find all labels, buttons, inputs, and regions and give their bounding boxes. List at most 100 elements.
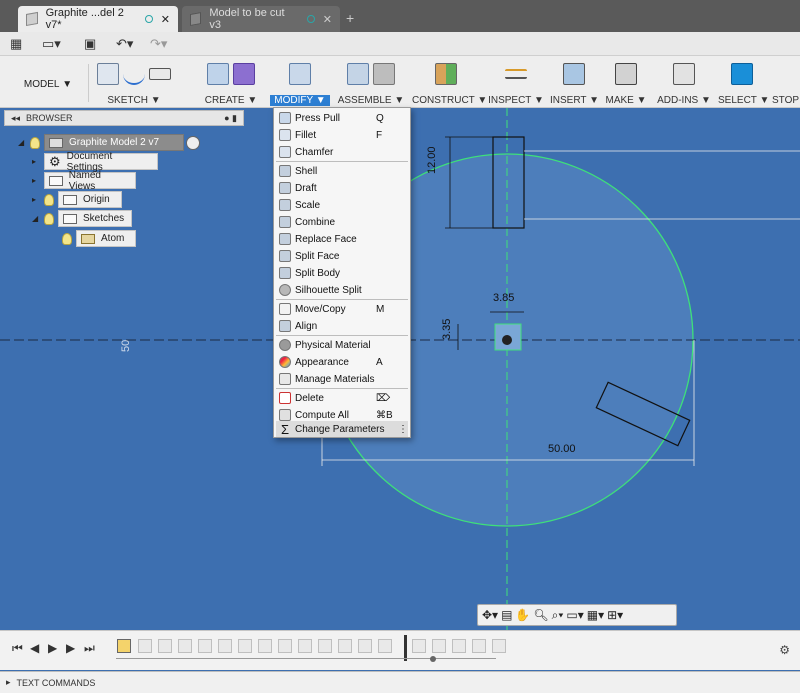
menu-item-delete[interactable]: Delete ⌦ [276, 390, 408, 406]
look-at-icon[interactable]: ▤ [501, 608, 512, 622]
offset-plane-icon[interactable] [435, 63, 457, 85]
construct-group[interactable]: CONSTRUCT ▼ [412, 60, 487, 106]
orbit-icon[interactable]: ✥▾ [482, 608, 498, 622]
visibility-bulb-icon[interactable] [44, 193, 54, 206]
new-component-icon[interactable] [347, 63, 369, 85]
menu-item-press-pull[interactable]: Press Pull Q [276, 110, 408, 126]
zoom-icon[interactable]: 🔍︎ [533, 608, 548, 622]
timeline-feature[interactable] [298, 639, 312, 653]
timeline-settings-icon[interactable]: ⚙ [779, 643, 790, 657]
select-icon[interactable] [731, 63, 753, 85]
timeline-feature[interactable] [218, 639, 232, 653]
visibility-bulb-icon[interactable] [44, 212, 54, 225]
grid-menu-icon[interactable]: ▦ [10, 36, 22, 52]
browser-item-origin[interactable]: ▸ Origin [32, 191, 122, 208]
scripts-icon[interactable] [673, 63, 695, 85]
timeline-sketch-feature[interactable] [117, 639, 131, 653]
menu-item-physical-material[interactable]: Physical Material [276, 337, 408, 353]
text-commands-bar[interactable]: ▸ TEXT COMMANDS [0, 671, 800, 693]
dimension-label[interactable]: 50.00 [548, 443, 576, 455]
visibility-bulb-icon[interactable] [62, 232, 72, 245]
menu-item-move-copy[interactable]: Move/Copy M [276, 301, 408, 317]
make-group[interactable]: MAKE ▼ [604, 60, 648, 106]
menu-item-appearance[interactable]: Appearance A [276, 354, 408, 370]
collapse-triangle-icon[interactable]: ◢ [32, 214, 44, 223]
timeline-feature[interactable] [258, 639, 272, 653]
timeline-feature[interactable] [412, 639, 426, 653]
form-icon[interactable] [233, 63, 255, 85]
workspace-switcher[interactable]: MODEL ▼ [10, 66, 86, 102]
menu-item-fillet[interactable]: Fillet F [276, 127, 408, 143]
create-sketch-icon[interactable] [97, 63, 119, 85]
dimension-label[interactable]: 3.35 [441, 319, 453, 340]
add-ins-group[interactable]: ADD-INS ▼ [654, 60, 714, 106]
create-group[interactable]: CREATE ▼ [196, 60, 266, 106]
menu-item-replace-face[interactable]: Replace Face [276, 231, 408, 247]
go-to-end-icon[interactable]: ⏭ [84, 641, 95, 656]
undo-icon[interactable]: ↶▾ [116, 36, 133, 52]
more-options-icon[interactable]: ⋮ [398, 424, 408, 435]
expand-triangle-icon[interactable]: ▸ [32, 176, 44, 185]
menu-item-split-body[interactable]: Split Body [276, 265, 408, 281]
pan-icon[interactable]: ✋ [515, 608, 530, 622]
file-menu-icon[interactable]: ▭▾ [42, 36, 61, 52]
step-back-icon[interactable]: ◀︎ [30, 641, 39, 655]
timeline-feature[interactable] [378, 639, 392, 653]
activate-radio-icon[interactable] [186, 135, 200, 150]
display-settings-icon[interactable]: ▭▾ [566, 608, 583, 622]
timeline-feature[interactable] [492, 639, 506, 653]
expand-triangle-icon[interactable]: ▸ [32, 157, 44, 166]
menu-item-manage-materials[interactable]: Manage Materials [276, 371, 408, 387]
expand-icon[interactable]: ▸ [6, 677, 11, 688]
assemble-group[interactable]: ASSEMBLE ▼ [336, 60, 406, 106]
timeline-feature[interactable] [158, 639, 172, 653]
timeline-feature[interactable] [138, 639, 152, 653]
timeline-feature[interactable] [318, 639, 332, 653]
arc-icon[interactable] [123, 63, 145, 85]
menu-item-split-face[interactable]: Split Face [276, 248, 408, 264]
extrude-icon[interactable] [207, 63, 229, 85]
timeline-feature[interactable] [278, 639, 292, 653]
dimension-label[interactable]: 3.85 [493, 292, 514, 304]
grid-settings-icon[interactable]: ▦▾ [587, 608, 604, 622]
timeline-feature[interactable] [338, 639, 352, 653]
visibility-bulb-icon[interactable] [30, 136, 40, 149]
insert-group[interactable]: INSERT ▼ [550, 60, 599, 106]
menu-item-silhouette-split[interactable]: Silhouette Split [276, 282, 408, 298]
menu-item-change-parameters[interactable]: Σ Change Parameters ⋮ [276, 421, 408, 437]
collapse-icon[interactable]: ◂◂ [11, 113, 20, 124]
inspect-group[interactable]: INSPECT ▼ [488, 60, 544, 106]
timeline-feature[interactable] [358, 639, 372, 653]
insert-image-icon[interactable] [563, 63, 585, 85]
go-to-start-icon[interactable]: ⏮ [12, 641, 23, 656]
stop-group[interactable]: STOP [772, 60, 800, 106]
browser-item-named-views[interactable]: ▸ Named Views [32, 170, 136, 192]
browser-item-document-settings[interactable]: ▸ ⚙ Document Settings [32, 151, 158, 173]
timeline-feature[interactable] [238, 639, 252, 653]
dimension-label[interactable]: 12.00 [426, 146, 438, 174]
new-tab-icon[interactable]: + [346, 10, 354, 26]
redo-icon[interactable]: ↷▾ [150, 36, 167, 52]
menu-item-chamfer[interactable]: Chamfer [276, 144, 408, 160]
timeline-feature[interactable] [198, 639, 212, 653]
browser-root-node[interactable]: ◢ Graphite Model 2 v7 [18, 134, 200, 151]
menu-item-scale[interactable]: Scale [276, 197, 408, 213]
menu-item-combine[interactable]: Combine [276, 214, 408, 230]
timeline-feature[interactable] [432, 639, 446, 653]
save-icon[interactable]: ▣ [84, 36, 96, 52]
dimension-label[interactable]: 50 [120, 340, 132, 352]
tab-model-to-be-cut[interactable]: Model to be cut v3 ✕ [182, 6, 340, 32]
timeline-feature[interactable] [452, 639, 466, 653]
step-forward-icon[interactable]: ▶︎ [66, 641, 75, 655]
press-pull-icon[interactable] [289, 63, 311, 85]
timeline-position-dot[interactable] [430, 656, 436, 662]
expand-triangle-icon[interactable]: ▸ [32, 195, 44, 204]
close-icon[interactable]: ✕ [323, 13, 332, 26]
viewports-icon[interactable]: ⊞▾ [607, 608, 623, 622]
menu-item-shell[interactable]: Shell [276, 163, 408, 179]
minimize-icon[interactable]: ● ▮ [224, 113, 237, 124]
browser-header[interactable]: ◂◂ BROWSER ● ▮ [4, 110, 244, 126]
browser-item-sketches[interactable]: ◢ Sketches [32, 210, 132, 227]
3d-print-icon[interactable] [615, 63, 637, 85]
modify-group[interactable]: MODIFY ▼ [270, 60, 330, 106]
